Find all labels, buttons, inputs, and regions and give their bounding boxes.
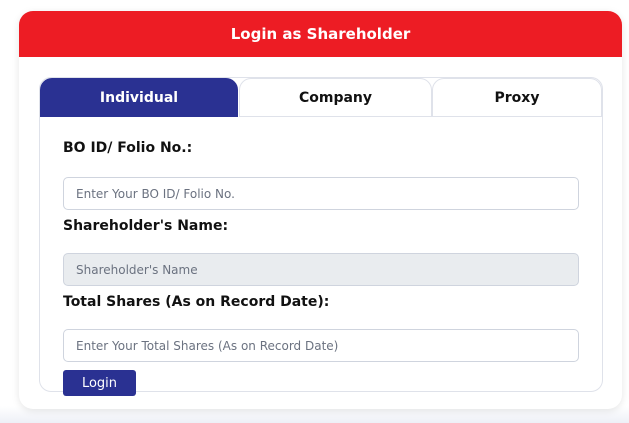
page: Login as Shareholder Individual Company … (0, 0, 629, 423)
tab-company[interactable]: Company (239, 78, 432, 117)
total-shares-label: Total Shares (As on Record Date): (63, 294, 330, 310)
login-card: Login as Shareholder Individual Company … (19, 11, 622, 409)
bo-id-label: BO ID/ Folio No.: (63, 140, 193, 156)
bo-id-input[interactable] (63, 177, 579, 210)
tab-bar: Individual Company Proxy (40, 78, 602, 118)
shareholder-name-input (63, 253, 579, 286)
tab-individual[interactable]: Individual (40, 78, 238, 117)
shareholder-form: BO ID/ Folio No.: Shareholder's Name: To… (63, 140, 579, 396)
total-shares-input[interactable] (63, 329, 579, 362)
login-button[interactable]: Login (63, 370, 136, 396)
login-panel: Individual Company Proxy BO ID/ Folio No… (39, 77, 603, 396)
tab-proxy[interactable]: Proxy (432, 78, 602, 117)
shareholder-name-label: Shareholder's Name: (63, 218, 229, 234)
page-title: Login as Shareholder (230, 25, 411, 43)
card-header: Login as Shareholder (19, 11, 622, 57)
